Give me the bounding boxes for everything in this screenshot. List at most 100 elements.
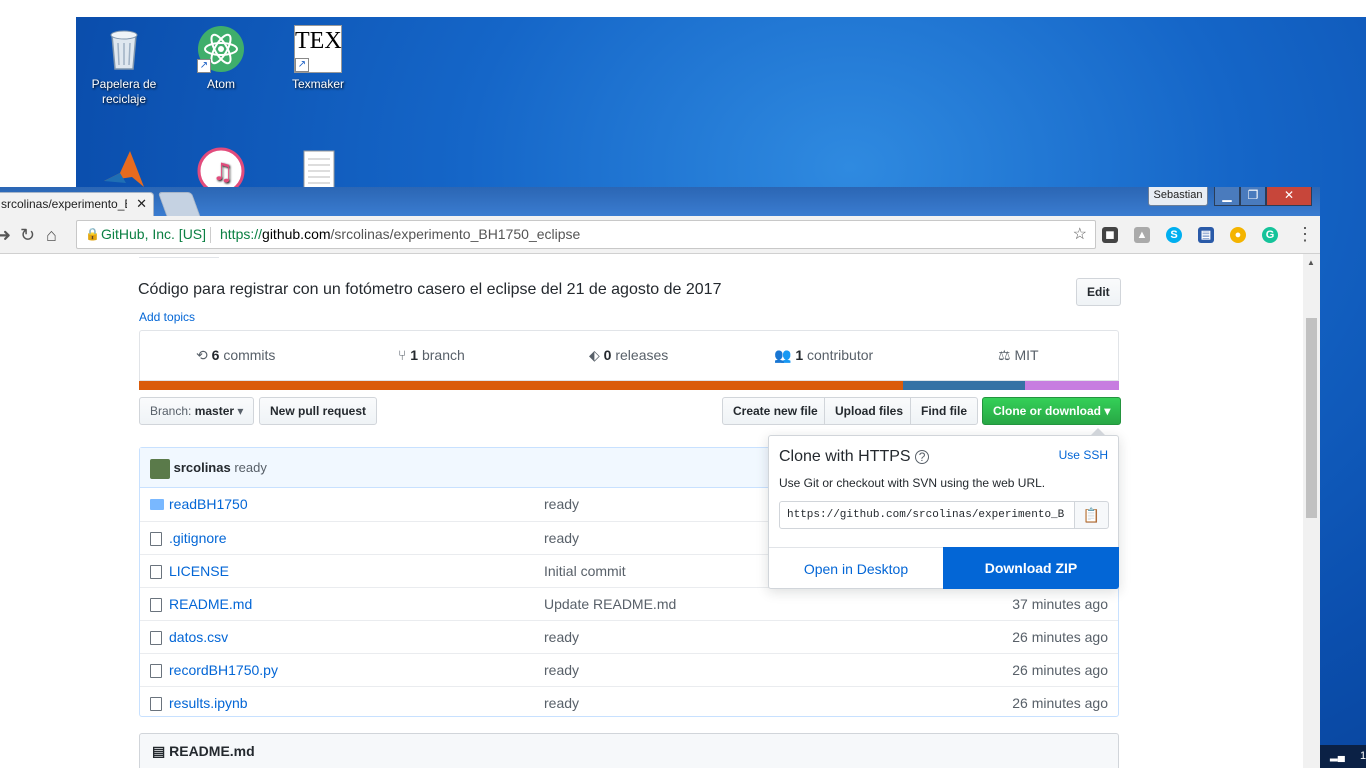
readme-header: ▤ README.md: [139, 733, 1119, 768]
clock[interactable]: 1: [1360, 745, 1366, 768]
file-name[interactable]: results.ipynb: [169, 687, 248, 719]
browser-window: srcolinas/experimento_BH ✕ Sebastian ▁ ❐…: [0, 187, 1320, 768]
signal-icon[interactable]: ▂▄: [1330, 745, 1345, 768]
extension-icon[interactable]: ◼: [1102, 227, 1118, 243]
popover-description: Use Git or checkout with SVN using the w…: [779, 476, 1046, 490]
file-commit-message[interactable]: Initial commit: [544, 555, 626, 587]
avatar[interactable]: [150, 458, 170, 479]
clone-or-download-button[interactable]: Clone or download ▾: [982, 397, 1122, 425]
browser-titlebar: srcolinas/experimento_BH ✕ Sebastian ▁ ❐…: [0, 187, 1320, 216]
language-segment[interactable]: [903, 381, 1025, 390]
minimize-button[interactable]: ▁: [1214, 187, 1240, 206]
file-icon: [150, 697, 162, 711]
copy-clipboard-icon[interactable]: 📋: [1074, 501, 1109, 529]
svg-text:♫: ♫: [212, 158, 234, 186]
file-age: 26 minutes ago: [1012, 662, 1108, 678]
branch-select[interactable]: Branch: master ▾: [139, 397, 255, 425]
desktop-icon-label: Papelera de reciclaje: [91, 77, 157, 106]
reload-icon[interactable]: ↻: [20, 225, 35, 245]
file-commit-message[interactable]: Update README.md: [544, 588, 676, 620]
license-stat[interactable]: ⚖ MIT: [998, 347, 1039, 364]
file-age: 26 minutes ago: [1012, 629, 1108, 645]
scroll-thumb[interactable]: [1306, 318, 1317, 518]
commits-stat[interactable]: ⟲ 6 commits: [196, 347, 275, 364]
file-commit-message[interactable]: ready: [544, 621, 579, 653]
language-segment[interactable]: [1024, 381, 1119, 390]
help-icon[interactable]: ?: [915, 450, 930, 464]
commit-message[interactable]: ready: [234, 460, 267, 475]
address-bar[interactable]: 🔒 GitHub, Inc. [US] https://github.com/s…: [76, 220, 1096, 249]
find-file-button[interactable]: Find file: [910, 397, 978, 425]
file-commit-message[interactable]: ready: [544, 522, 579, 554]
folder-icon: [150, 499, 164, 510]
forward-icon[interactable]: ➜: [0, 225, 11, 245]
reader-icon[interactable]: ▤: [1198, 227, 1214, 243]
book-icon: ▤: [152, 743, 166, 759]
chrome-extension-icon[interactable]: ●: [1230, 227, 1246, 243]
scroll-up-icon[interactable]: ▲: [1307, 258, 1315, 267]
file-name[interactable]: datos.csv: [169, 621, 228, 653]
download-zip-button[interactable]: Download ZIP: [943, 547, 1119, 589]
law-icon: ⚖: [998, 347, 1011, 363]
home-icon[interactable]: ⌂: [46, 225, 57, 245]
profile-button[interactable]: Sebastian: [1148, 187, 1208, 206]
browser-tab-active[interactable]: srcolinas/experimento_BH ✕: [0, 192, 154, 216]
file-name[interactable]: recordBH1750.py: [169, 654, 278, 686]
file-name[interactable]: readBH1750: [169, 488, 248, 520]
desktop-icon-recycle-bin[interactable]: Papelera de reciclaje: [78, 19, 170, 107]
commit-author[interactable]: srcolinas: [174, 460, 231, 475]
clone-popover: Clone with HTTPS ? Use SSH Use Git or ch…: [768, 428, 1119, 589]
edit-button[interactable]: Edit: [1076, 278, 1121, 306]
history-icon: ⟲: [196, 347, 208, 363]
file-icon: [150, 532, 162, 546]
file-icon: [150, 598, 162, 612]
table-row[interactable]: results.ipynb ready 26 minutes ago: [140, 686, 1118, 719]
url-text: https://github.com/srcolinas/experimento…: [220, 226, 581, 242]
security-label: GitHub, Inc. [US]: [101, 226, 207, 242]
close-tab-icon[interactable]: ✕: [136, 193, 147, 215]
drive-icon[interactable]: ▲: [1134, 227, 1150, 243]
desktop-icon-label: Texmaker: [291, 77, 344, 91]
maximize-button[interactable]: ❐: [1240, 187, 1266, 206]
new-pull-request-button[interactable]: New pull request: [259, 397, 378, 425]
repo-summary: ⟲ 6 commits ⑂ 1 branch ⬖ 0 releases 👥 1 …: [139, 330, 1119, 381]
clone-url-input[interactable]: [779, 501, 1075, 529]
create-new-file-button[interactable]: Create new file: [722, 397, 829, 425]
language-bar[interactable]: [139, 381, 1119, 390]
file-name[interactable]: .gitignore: [169, 522, 227, 554]
file-age: 26 minutes ago: [1012, 695, 1108, 711]
desktop-icon-atom[interactable]: ↗ Atom: [175, 19, 267, 92]
contributors-stat[interactable]: 👥 1 contributor: [774, 347, 873, 364]
table-row[interactable]: datos.csv ready 26 minutes ago: [140, 620, 1118, 653]
menu-icon[interactable]: ⋮: [1296, 224, 1314, 244]
file-commit-message[interactable]: ready: [544, 687, 579, 719]
language-segment[interactable]: [139, 381, 904, 390]
new-tab-button[interactable]: [157, 192, 201, 216]
table-row[interactable]: README.md Update README.md 37 minutes ago: [140, 587, 1118, 620]
skype-icon[interactable]: S: [1166, 227, 1182, 243]
use-ssh-link[interactable]: Use SSH: [1059, 448, 1108, 462]
repo-description: Código para registrar con un fotómetro c…: [138, 281, 722, 298]
desktop-icon-texmaker[interactable]: TEX ↗ Texmaker: [272, 19, 364, 92]
file-commit-message[interactable]: ready: [544, 488, 579, 520]
page-scrollbar[interactable]: ▲: [1303, 254, 1320, 768]
grammarly-icon[interactable]: G: [1262, 227, 1278, 243]
taskbar: ▂▄ 1: [1320, 745, 1366, 768]
tab-title: srcolinas/experimento_BH: [1, 197, 127, 211]
branch-stat[interactable]: ⑂ 1 branch: [398, 347, 465, 363]
popover-title: Clone with HTTPS ?: [779, 448, 930, 466]
table-row[interactable]: recordBH1750.py ready 26 minutes ago: [140, 653, 1118, 686]
desktop-icon-label: Atom: [206, 77, 235, 91]
separator: [210, 227, 211, 243]
file-commit-message[interactable]: ready: [544, 654, 579, 686]
open-in-desktop-button[interactable]: Open in Desktop: [769, 547, 943, 589]
people-icon: 👥: [774, 347, 792, 363]
add-topics-link[interactable]: Add topics: [139, 310, 195, 324]
close-window-button[interactable]: ✕: [1266, 187, 1312, 206]
file-name[interactable]: README.md: [169, 588, 252, 620]
branch-icon: ⑂: [398, 347, 407, 363]
upload-files-button[interactable]: Upload files: [824, 397, 915, 425]
releases-stat[interactable]: ⬖ 0 releases: [589, 347, 668, 364]
file-name[interactable]: LICENSE: [169, 555, 229, 587]
bookmark-star-icon[interactable]: ☆: [1073, 221, 1087, 248]
